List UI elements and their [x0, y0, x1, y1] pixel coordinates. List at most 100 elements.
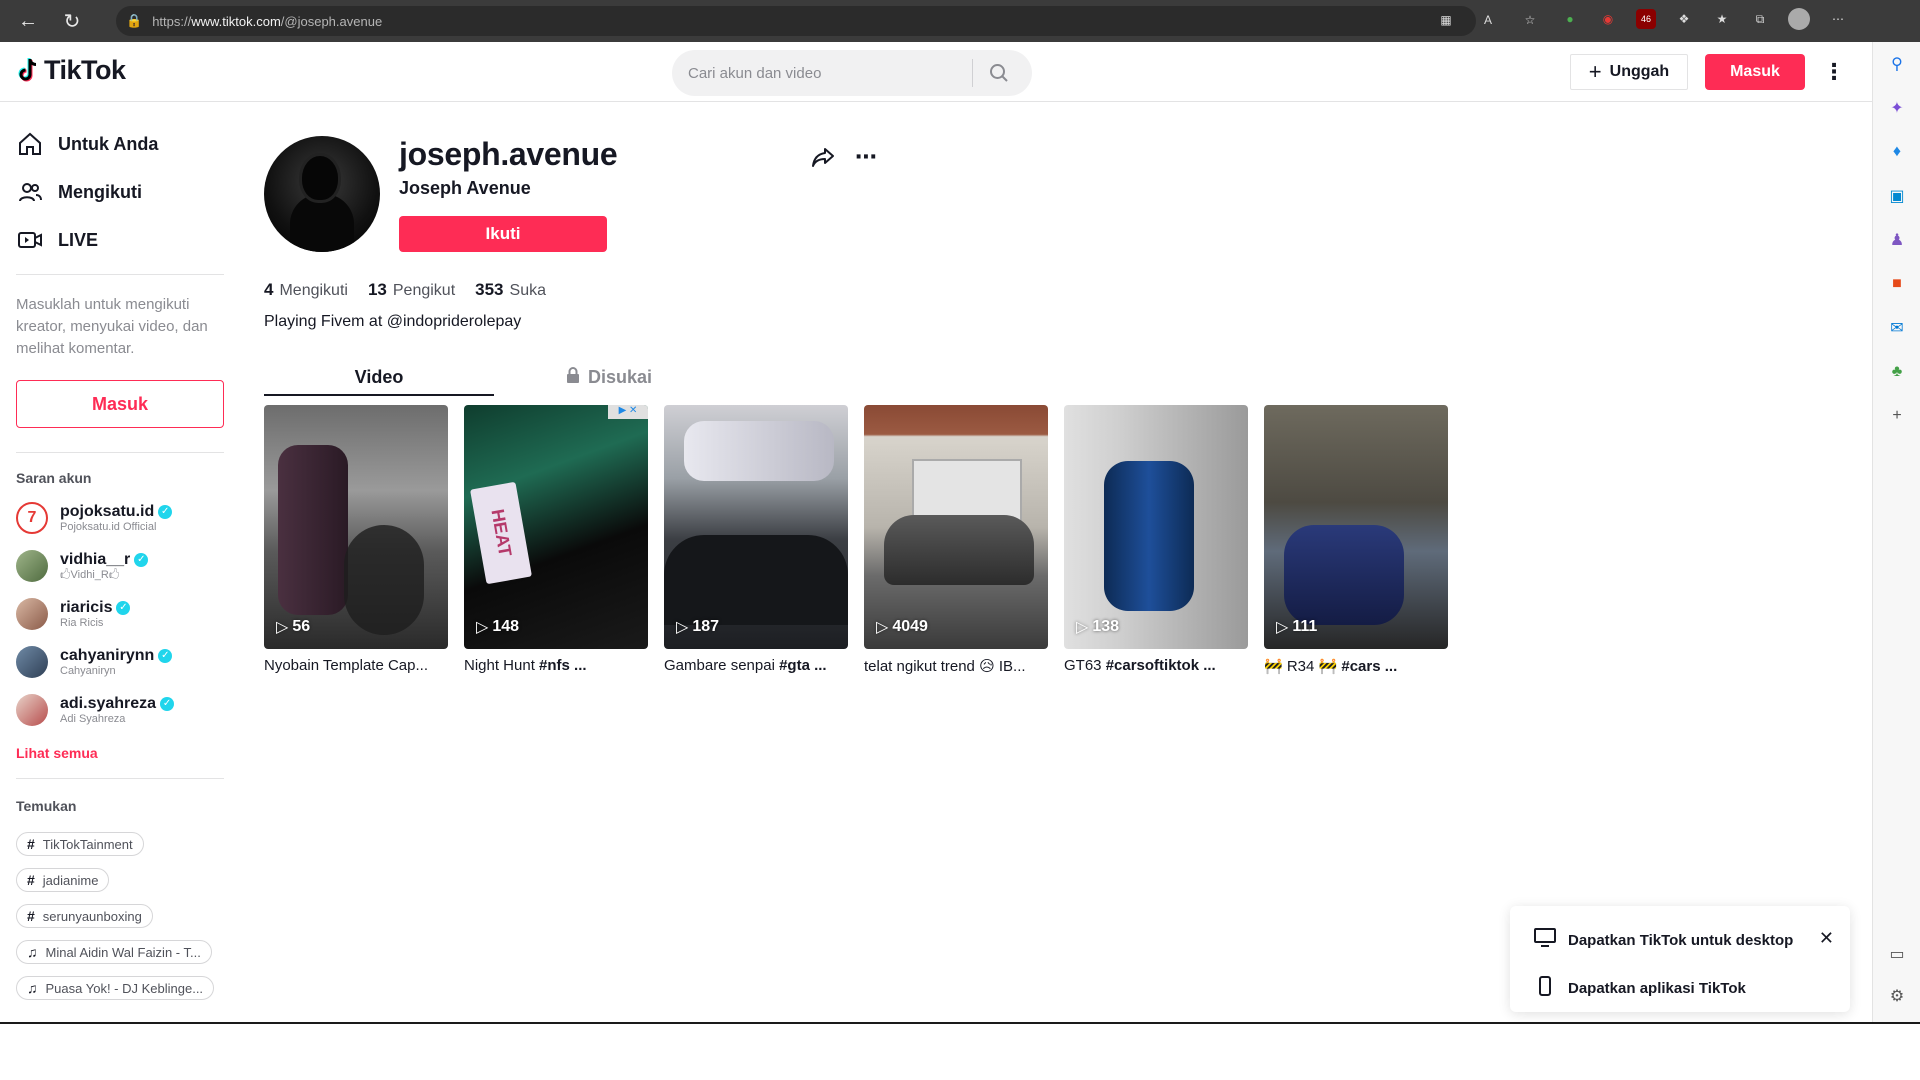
search-input[interactable] — [672, 64, 972, 82]
settings-icon[interactable]: ⚙ — [1873, 974, 1920, 1018]
sidebar-toggle-icon[interactable]: ▭ — [1873, 932, 1920, 976]
suggested-account[interactable]: 7 pojoksatu.id ✓ Pojoksatu.id Official — [16, 502, 173, 534]
profile-stats: 4 Mengikuti 13 Pengikut 353 Suka — [264, 280, 546, 300]
read-aloud-icon[interactable]: A — [1478, 10, 1498, 30]
extension-green-icon[interactable]: ● — [1560, 9, 1580, 29]
stat-followers[interactable]: 13 Pengikut — [368, 280, 455, 300]
ad-badge-icon: ▶ ✕ — [608, 405, 648, 419]
follow-button[interactable]: Ikuti — [399, 216, 607, 252]
extension-red-icon[interactable]: ◉ — [1598, 9, 1618, 29]
get-app-link[interactable]: Dapatkan aplikasi TikTok — [1534, 976, 1746, 1000]
car-shape — [1104, 461, 1194, 611]
video-caption[interactable]: GT63 #carsoftiktok ... — [1064, 657, 1248, 674]
more-horizontal-icon[interactable]: ⋯ — [852, 144, 880, 172]
address-bar[interactable]: 🔒 https://www.tiktok.com/@joseph.avenue — [116, 6, 1476, 36]
close-icon[interactable]: ✕ — [1819, 928, 1834, 949]
profile-bio: Playing Fivem at @indopriderolepay — [264, 313, 522, 330]
address-bar-actions: ▦ A ☆ — [1436, 10, 1540, 30]
stat-following[interactable]: 4 Mengikuti — [264, 280, 348, 300]
shopping-icon[interactable]: ♦ — [1873, 130, 1920, 174]
share-icon[interactable] — [810, 144, 838, 172]
nav-item-live[interactable]: LIVE — [16, 226, 98, 254]
divider — [16, 778, 224, 779]
extensions-icon[interactable]: ❖ — [1674, 9, 1694, 29]
video-thumbnail[interactable]: ▷ 111 — [1264, 405, 1448, 649]
suggested-account[interactable]: vidhia__r ✓ 🖒Vidhi_R🖒 — [16, 550, 149, 582]
lock-icon: 🔒 — [126, 13, 143, 28]
nav-item-for-you[interactable]: Untuk Anda — [16, 130, 158, 158]
nav-item-following[interactable]: Mengikuti — [16, 178, 142, 206]
discover-tag[interactable]: # TikTokTainment — [16, 832, 144, 856]
video-card[interactable]: ▷ 56 Nyobain Template Cap... — [264, 405, 448, 674]
account-name: adi.syahreza — [60, 694, 157, 712]
copilot-icon[interactable]: ✦ — [1873, 86, 1920, 130]
suggested-accounts-title: Saran akun — [16, 470, 92, 486]
verified-icon: ✓ — [116, 600, 131, 615]
favorites-icon[interactable]: ★ — [1712, 9, 1732, 29]
nav-item-label: Untuk Anda — [58, 133, 159, 154]
video-card[interactable]: HEAT ▶ ✕ ▷ 148 Night Hunt #nfs ... — [464, 405, 648, 674]
login-button[interactable]: Masuk — [1705, 54, 1805, 90]
office-icon[interactable]: ■ — [1873, 262, 1920, 306]
reload-icon[interactable]: ↻ — [52, 0, 92, 42]
license-plate-shape: HEAT — [470, 481, 532, 585]
add-icon[interactable]: + — [1873, 394, 1920, 438]
suggested-account[interactable]: adi.syahreza ✓ Adi Syahreza — [16, 694, 175, 726]
games-icon[interactable]: ♟ — [1873, 218, 1920, 262]
video-card[interactable]: ▷ 4049 telat ngikut trend 😥 IB... — [864, 405, 1048, 675]
discover-tag[interactable]: ♫ Minal Aidin Wal Faizin - T... — [16, 940, 212, 964]
video-card[interactable]: ▷ 111 🚧 R34 🚧 #cars ... — [1264, 405, 1448, 675]
promo-label: Dapatkan TikTok untuk desktop — [1568, 931, 1794, 949]
suggested-account[interactable]: riaricis ✓ Ria Ricis — [16, 598, 131, 630]
video-card[interactable]: ▷ 138 GT63 #carsoftiktok ... — [1064, 405, 1248, 674]
car-shape — [884, 515, 1034, 585]
see-all-link[interactable]: Lihat semua — [16, 745, 98, 761]
video-caption[interactable]: telat ngikut trend 😥 IB... — [864, 657, 1048, 675]
view-count: ▷ 4049 — [876, 618, 928, 636]
get-desktop-link[interactable]: Dapatkan TikTok untuk desktop — [1534, 928, 1793, 952]
apps-icon[interactable]: ▦ — [1436, 10, 1456, 30]
discover-tag[interactable]: # jadianime — [16, 868, 110, 892]
monitor-icon — [1534, 928, 1556, 952]
upload-label: Unggah — [1609, 63, 1670, 80]
tab-liked[interactable]: Disukai — [494, 358, 724, 396]
search-bar — [672, 50, 1032, 96]
profile-avatar-icon[interactable] — [1788, 8, 1810, 30]
play-icon: ▷ — [876, 619, 889, 636]
extension-ublock-icon[interactable]: 46 — [1636, 9, 1656, 29]
outlook-icon[interactable]: ✉ — [1873, 306, 1920, 350]
search-icon[interactable]: ⚲ — [1873, 42, 1920, 86]
discover-tag[interactable]: ♫ Puasa Yok! - DJ Keblinge... — [16, 976, 215, 1000]
collections-icon[interactable]: ⧉ — [1750, 9, 1770, 29]
video-thumbnail[interactable]: HEAT ▶ ✕ ▷ 148 — [464, 405, 648, 649]
page-bottom-edge — [0, 1022, 1920, 1080]
video-thumbnail[interactable]: ▷ 56 — [264, 405, 448, 649]
tiktok-logo[interactable]: TikTok — [16, 55, 126, 86]
sidebar-login-button[interactable]: Masuk — [16, 380, 224, 428]
phone-icon — [1534, 976, 1556, 1000]
back-icon[interactable]: ← — [8, 0, 48, 42]
video-thumbnail[interactable]: ▷ 4049 — [864, 405, 1048, 649]
upload-button[interactable]: + Unggah — [1570, 54, 1688, 90]
video-caption[interactable]: 🚧 R34 🚧 #cars ... — [1264, 657, 1448, 675]
video-caption[interactable]: Night Hunt #nfs ... — [464, 657, 648, 674]
more-vertical-icon[interactable]: ⋮ — [1822, 56, 1846, 88]
browser-toolbar: ← ↻ 🔒 https://www.tiktok.com/@joseph.ave… — [0, 0, 1920, 42]
menu-dots-icon[interactable]: ⋯ — [1828, 9, 1848, 29]
video-caption[interactable]: Gambare senpai #gta ... — [664, 657, 848, 674]
video-thumbnail[interactable]: ▷ 187 — [664, 405, 848, 649]
search-button[interactable] — [973, 50, 1025, 96]
video-card[interactable]: ▷ 187 Gambare senpai #gta ... — [664, 405, 848, 674]
suggested-account[interactable]: cahyanirynn ✓ Cahyaniryn — [16, 646, 173, 678]
discover-tag[interactable]: # serunyaunboxing — [16, 904, 153, 928]
hashtag-icon: # — [27, 836, 35, 852]
video-thumbnail[interactable]: ▷ 138 — [1064, 405, 1248, 649]
tools-icon[interactable]: ▣ — [1873, 174, 1920, 218]
tab-video[interactable]: Video — [264, 358, 494, 396]
view-count: ▷ 148 — [476, 618, 520, 636]
tree-icon[interactable]: ♣ — [1873, 350, 1920, 394]
favorite-add-icon[interactable]: ☆ — [1520, 10, 1540, 30]
car-shape — [1284, 525, 1404, 625]
avatar-figure — [290, 194, 354, 252]
video-caption[interactable]: Nyobain Template Cap... — [264, 657, 448, 674]
